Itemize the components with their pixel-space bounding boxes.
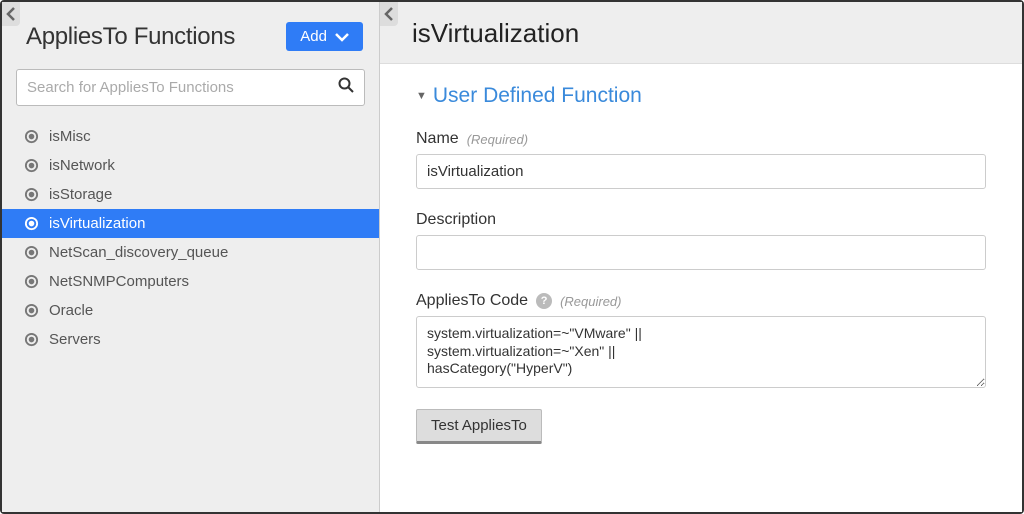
chevron-down-icon [335, 32, 349, 42]
radio-icon [24, 303, 39, 318]
sidebar-item-label: isMisc [49, 128, 91, 145]
help-icon[interactable]: ? [536, 293, 552, 309]
search-icon [338, 77, 354, 98]
sidebar-item-label: NetSNMPComputers [49, 273, 189, 290]
sidebar-item-isvirtualization[interactable]: isVirtualization [2, 209, 379, 238]
code-label: AppliesTo Code ? (Required) [416, 292, 986, 310]
description-label: Description [416, 211, 986, 229]
search-input-wrap[interactable] [16, 69, 365, 106]
sidebar-title: AppliesTo Functions [26, 23, 235, 51]
function-list: isMisc isNetwork isStorage isVirtualization… [2, 116, 379, 512]
description-field[interactable] [416, 235, 986, 270]
sidebar-item-isnetwork[interactable]: isNetwork [2, 151, 379, 180]
page-title: isVirtualization [412, 18, 998, 49]
section-title: User Defined Function [433, 84, 642, 108]
sidebar-item-oracle[interactable]: Oracle [2, 296, 379, 325]
sidebar-item-label: isStorage [49, 186, 112, 203]
sidebar-item-label: isNetwork [49, 157, 115, 174]
sidebar-item-netscan_discovery_queue[interactable]: NetScan_discovery_queue [2, 238, 379, 267]
detail-panel: isVirtualization ▼ User Defined Function… [380, 2, 1022, 512]
search-input[interactable] [27, 79, 338, 96]
add-button[interactable]: Add [286, 22, 363, 51]
name-field[interactable] [416, 154, 986, 189]
sidebar-item-ismisc[interactable]: isMisc [2, 122, 379, 151]
radio-icon [24, 274, 39, 289]
sidebar-item-servers[interactable]: Servers [2, 325, 379, 354]
required-hint-code: (Required) [560, 294, 621, 309]
name-label-text: Name [416, 130, 459, 148]
code-label-text: AppliesTo Code [416, 292, 528, 310]
required-hint: (Required) [467, 132, 528, 147]
collapse-left-icon[interactable] [2, 2, 20, 26]
sidebar-item-label: NetScan_discovery_queue [49, 244, 228, 261]
radio-icon [24, 187, 39, 202]
radio-icon [24, 332, 39, 347]
sidebar-item-netsnmpcomputers[interactable]: NetSNMPComputers [2, 267, 379, 296]
radio-icon [24, 158, 39, 173]
radio-icon [24, 216, 39, 231]
section-toggle[interactable]: ▼ User Defined Function [416, 84, 986, 108]
collapse-right-icon[interactable] [380, 2, 398, 26]
sidebar-item-isstorage[interactable]: isStorage [2, 180, 379, 209]
sidebar: AppliesTo Functions Add isMiscisNetworki… [2, 2, 380, 512]
sidebar-item-label: Servers [49, 331, 101, 348]
radio-icon [24, 245, 39, 260]
description-label-text: Description [416, 211, 496, 229]
sidebar-item-label: Oracle [49, 302, 93, 319]
add-button-label: Add [300, 28, 327, 45]
name-label: Name (Required) [416, 130, 986, 148]
test-appliesto-button[interactable]: Test AppliesTo [416, 409, 542, 444]
caret-down-icon: ▼ [416, 90, 427, 102]
sidebar-item-label: isVirtualization [49, 215, 145, 232]
code-field[interactable] [416, 316, 986, 388]
radio-icon [24, 129, 39, 144]
